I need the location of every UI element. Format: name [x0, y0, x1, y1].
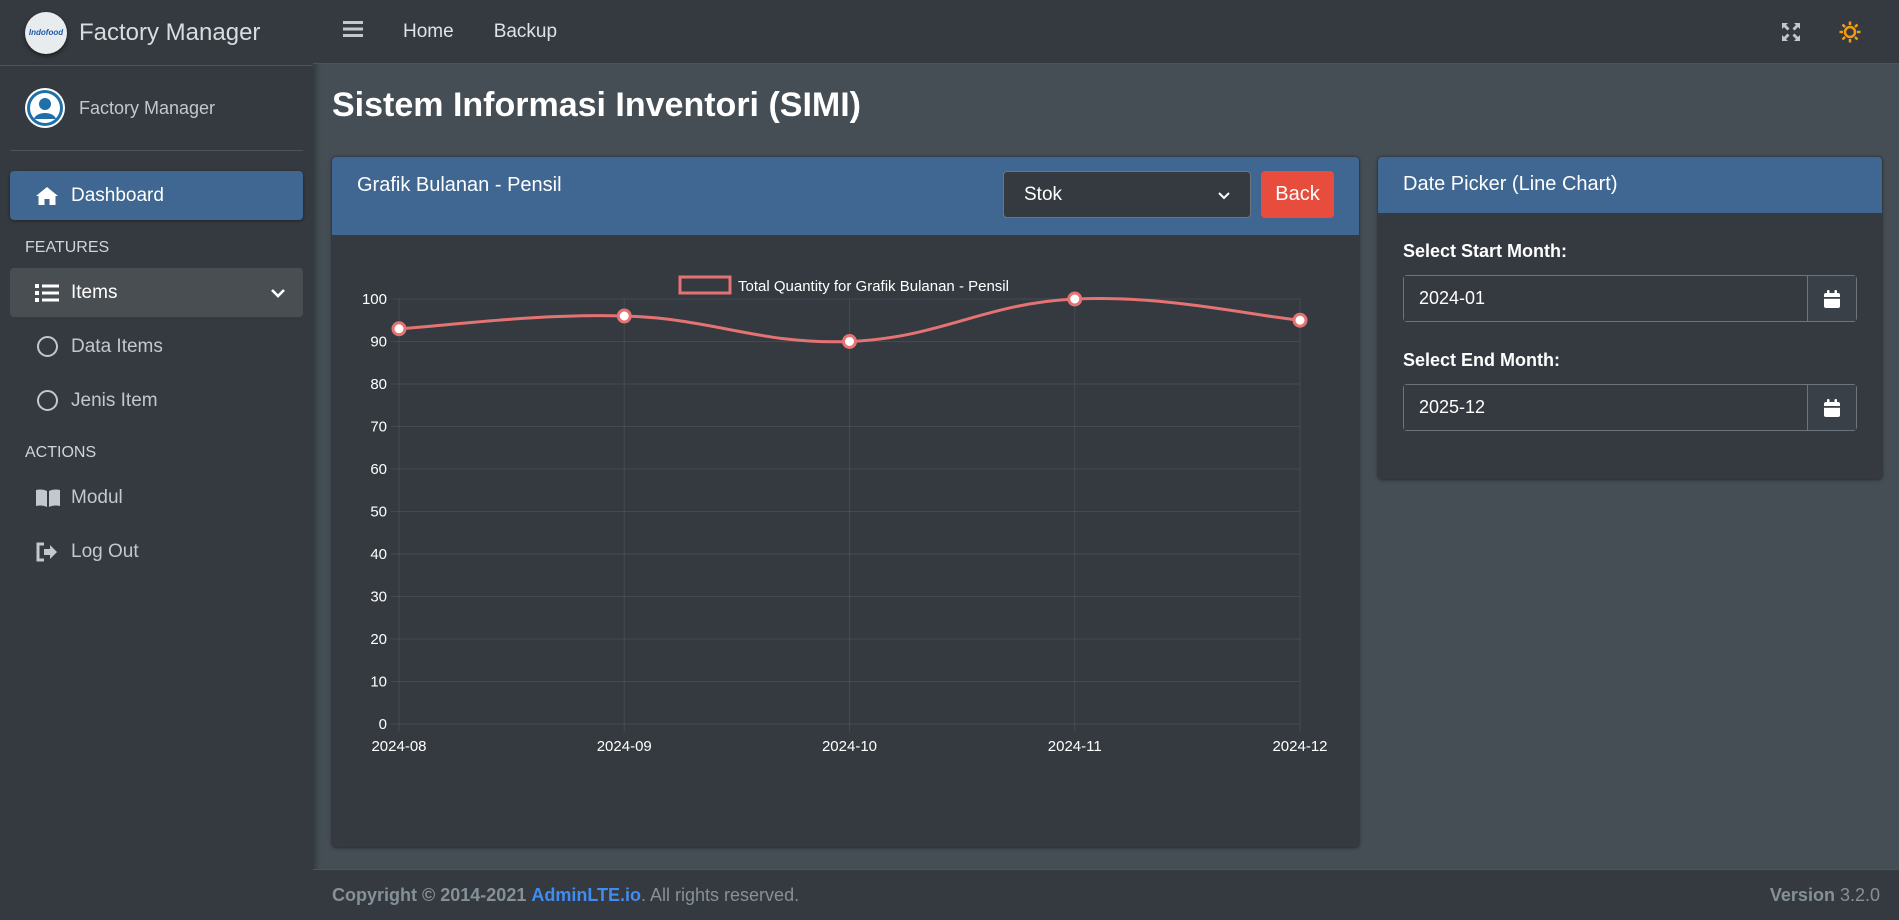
- legend-label: Total Quantity for Grafik Bulanan - Pens…: [738, 278, 1009, 295]
- sidebar-item-logout[interactable]: Log Out: [10, 527, 303, 576]
- chart-grid: [391, 298, 1301, 732]
- chevron-down-icon: [1218, 184, 1230, 206]
- top-navbar: Home Backup: [313, 0, 1899, 64]
- y-tick-label: 60: [370, 461, 387, 478]
- legend-swatch: [678, 275, 732, 295]
- y-tick-label: 100: [362, 291, 387, 308]
- sign-out-icon: [35, 541, 63, 563]
- sidebar-item-label: Data Items: [71, 335, 163, 357]
- fullscreen-icon[interactable]: [1781, 22, 1801, 42]
- y-tick-label: 0: [379, 716, 387, 733]
- circle-icon: [37, 390, 58, 411]
- line-chart: 0 10 20 30 40 50 60 70 80 90 100 2024-08 2024-09 2024…: [332, 235, 1359, 847]
- sidebar-nav: Dashboard FEATURES Items Data Items Jeni…: [0, 151, 313, 576]
- sidebar-item-jenis-item[interactable]: Jenis Item: [10, 376, 303, 425]
- sidebar-item-label: Modul: [71, 486, 123, 508]
- date-picker-title: Date Picker (Line Chart): [1403, 173, 1618, 195]
- data-point: [842, 334, 857, 349]
- sidebar: Indofood Factory Manager Factory Manager…: [0, 0, 313, 920]
- sidebar-item-label: Dashboard: [71, 184, 164, 206]
- data-point: [1067, 291, 1083, 307]
- theme-sun-icon[interactable]: [1839, 21, 1861, 43]
- chevron-down-icon: [271, 282, 285, 304]
- user-panel[interactable]: Factory Manager: [10, 66, 303, 151]
- sidebar-item-label: Jenis Item: [71, 389, 158, 411]
- footer-copyright: Copyright © 2014-2021: [332, 884, 527, 905]
- y-tick-label: 70: [370, 419, 387, 436]
- back-button[interactable]: Back: [1261, 171, 1334, 218]
- calendar-icon[interactable]: [1807, 385, 1856, 430]
- chart-card-title: Grafik Bulanan - Pensil: [357, 174, 562, 196]
- x-tick-label: 2024-10: [822, 738, 877, 755]
- date-picker-header: Date Picker (Line Chart): [1378, 157, 1882, 213]
- y-tick-label: 90: [370, 334, 387, 351]
- sidebar-item-label: Log Out: [71, 540, 139, 562]
- sidebar-item-modul[interactable]: Modul: [10, 473, 303, 522]
- y-tick-label: 10: [370, 674, 387, 691]
- footer-adminlte-link[interactable]: AdminLTE.io: [531, 885, 641, 906]
- data-point: [391, 321, 407, 337]
- line-chart-svg: 0 10 20 30 40 50 60 70 80 90 100 2024-08 2024-09 2024…: [362, 275, 1328, 755]
- menu-toggle-icon[interactable]: [343, 20, 363, 43]
- home-icon: [35, 185, 63, 207]
- y-tick-label: 50: [370, 504, 387, 521]
- metric-select-value: Stok: [1024, 183, 1063, 205]
- footer-version: 3.2.0: [1839, 884, 1880, 905]
- footer-rights: . All rights reserved.: [641, 884, 800, 905]
- nav-header-actions: ACTIONS: [25, 444, 97, 461]
- start-month-input[interactable]: 2024-01: [1404, 276, 1807, 321]
- x-tick-label: 2024-12: [1272, 738, 1327, 755]
- brand-link[interactable]: Indofood Factory Manager: [0, 0, 313, 66]
- chart-card: Grafik Bulanan - Pensil Stok Back 0 10 20 3…: [332, 157, 1359, 847]
- y-tick-label: 20: [370, 631, 387, 648]
- x-tick-label: 2024-09: [597, 738, 652, 755]
- end-month-label: Select End Month:: [1403, 350, 1560, 370]
- chart-legend: Total Quantity for Grafik Bulanan - Pens…: [678, 275, 1009, 295]
- y-tick-label: 30: [370, 589, 387, 606]
- brand-name: Factory Manager: [79, 18, 261, 46]
- data-point: [1292, 312, 1308, 328]
- sidebar-item-label: Items: [71, 281, 118, 303]
- page-title: Sistem Informasi Inventori (SIMI): [332, 86, 861, 124]
- date-picker-card: Date Picker (Line Chart) Select Start Mo…: [1378, 157, 1882, 479]
- end-month-field: 2025-12: [1403, 384, 1857, 431]
- end-month-input[interactable]: 2025-12: [1404, 385, 1807, 430]
- calendar-icon[interactable]: [1807, 276, 1856, 321]
- nav-header-features: FEATURES: [25, 239, 110, 256]
- footer: Copyright © 2014-2021 AdminLTE.io. All r…: [313, 869, 1899, 920]
- sidebar-item-items[interactable]: Items: [10, 268, 303, 317]
- x-tick-label: 2024-08: [371, 738, 426, 755]
- metric-select[interactable]: Stok: [1003, 171, 1251, 218]
- sidebar-item-dashboard[interactable]: Dashboard: [10, 171, 303, 220]
- list-icon: [35, 283, 63, 303]
- user-name: Factory Manager: [79, 97, 216, 118]
- nav-link-backup[interactable]: Backup: [494, 21, 557, 43]
- chart-axes: 0 10 20 30 40 50 60 70 80 90 100 2024-08 2024-09 2024…: [362, 291, 1328, 755]
- start-month-label: Select Start Month:: [1403, 241, 1568, 261]
- user-avatar-icon: [25, 88, 65, 128]
- data-point: [616, 308, 632, 324]
- brand-logo: Indofood: [25, 11, 67, 54]
- book-open-icon: [35, 488, 63, 508]
- chart-card-header: Grafik Bulanan - Pensil Stok Back: [332, 157, 1359, 235]
- y-tick-label: 40: [370, 546, 387, 563]
- sidebar-item-data-items[interactable]: Data Items: [10, 322, 303, 371]
- footer-version-label: Version: [1769, 884, 1835, 905]
- brand-logo-text: Indofood: [28, 28, 64, 37]
- circle-icon: [37, 336, 58, 357]
- x-tick-label: 2024-11: [1048, 738, 1102, 755]
- start-month-field: 2024-01: [1403, 275, 1857, 322]
- nav-link-home[interactable]: Home: [403, 21, 454, 43]
- y-tick-label: 80: [370, 376, 387, 393]
